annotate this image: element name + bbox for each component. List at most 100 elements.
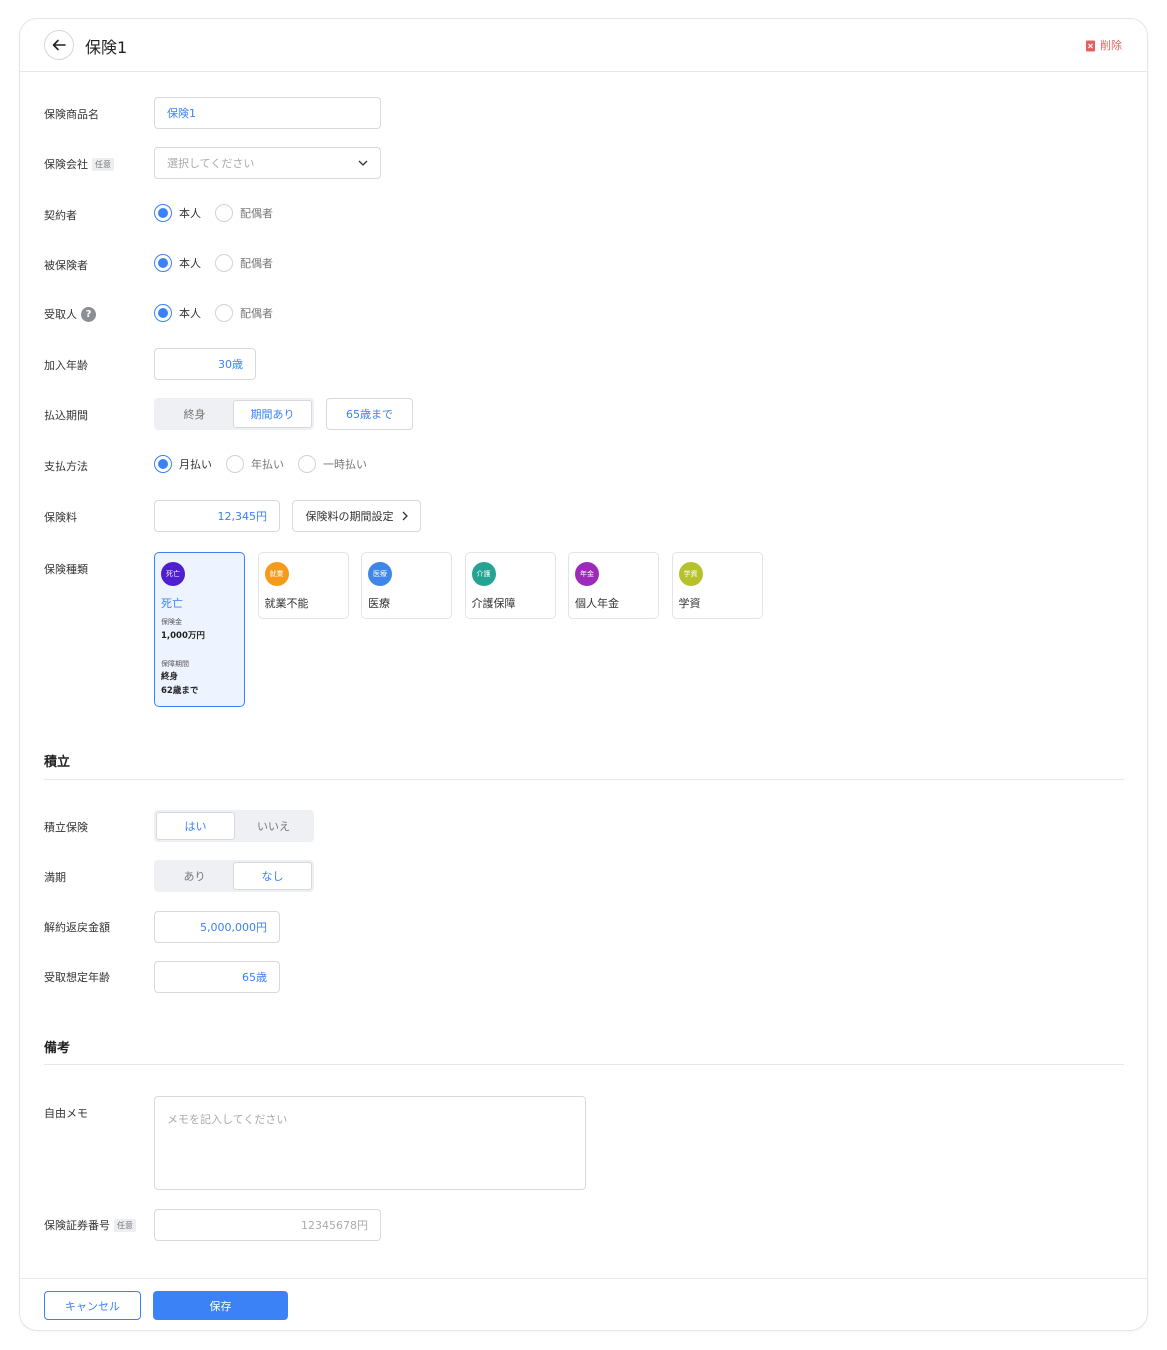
type-badge-icon: 学資 [678,562,703,586]
surrender-input[interactable]: 5,000,000円 [154,911,280,943]
chevron-down-icon [358,160,368,166]
premium-input[interactable]: 12,345円 [154,500,280,532]
product-name-label: 保険商品名 [44,108,99,121]
optional-tag: 任意 [114,1218,136,1232]
insurance-type-card[interactable]: 学資 学資 [671,552,763,619]
radio-selected[interactable] [154,254,172,272]
contractor-label: 契約者 [44,209,77,222]
chevron-right-icon [402,511,408,521]
recipient-label: 受取人? [44,306,96,322]
product-name-input[interactable]: 保険1 [154,97,381,129]
insurance-type-card[interactable]: 医療 医療 [361,552,452,619]
premium-label: 保険料 [44,511,77,524]
maturity-no[interactable]: なし [233,862,312,890]
surrender-label: 解約返戻金額 [44,921,110,934]
payment-until-input[interactable]: 65歳まで [326,398,413,430]
maturity-yes[interactable]: あり [156,862,233,890]
type-name: 医療 [368,597,390,610]
payment-period-label: 払込期間 [44,409,88,422]
type-badge-icon: 医療 [368,562,392,586]
payment-method-monthly[interactable]: 月払い [154,455,212,473]
divider [44,779,1124,780]
company-placeholder: 選択してください [167,157,255,170]
type-name: 就業不能 [264,597,309,610]
payment-period-lifetime[interactable]: 終身 [156,400,233,428]
footer: キャンセル 保存 [20,1278,1147,1330]
receive-age-label: 受取想定年齢 [44,971,110,984]
back-button[interactable] [44,30,74,60]
cancel-button[interactable]: キャンセル [44,1291,141,1320]
period-label: 保障期間 [161,660,189,668]
memo-label: 自由メモ [44,1107,88,1120]
insurance-type-card[interactable]: 介護 介護保障 [464,552,556,619]
insured-option-self[interactable]: 本人 [154,254,201,272]
radio[interactable] [215,304,233,322]
insured-label: 被保険者 [44,259,88,272]
payment-method-lumpsum[interactable]: 一時払い [298,455,367,473]
maturity-toggle: あり なし [154,860,314,892]
notes-section-title: 備考 [44,1041,71,1056]
join-age-label: 加入年齢 [44,359,88,372]
memo-textarea[interactable]: メモを記入してください [154,1096,586,1190]
company-select[interactable]: 選択してください [154,147,381,179]
payment-period-fixed[interactable]: 期間あり [233,400,312,428]
payment-method-radio-group: 月払い 年払い 一時払い [154,455,381,473]
company-label: 保険会社 任意 [44,156,114,172]
radio-selected[interactable] [154,204,172,222]
amount-label: 保険金 [161,618,182,626]
page-title: 保険1 [85,38,128,57]
help-icon[interactable]: ? [81,306,96,322]
optional-tag: 任意 [92,157,114,171]
types-label: 保険種類 [44,563,88,576]
header: 保険1 削除 [20,19,1147,72]
receive-age-input[interactable]: 65歳 [154,961,280,993]
join-age-input[interactable]: 30歳 [154,348,256,380]
radio-selected[interactable] [154,304,172,322]
payment-method-label: 支払方法 [44,460,88,473]
policy-number-input[interactable]: 12345678円 [154,1209,381,1241]
arrow-left-icon [52,39,66,51]
save-button[interactable]: 保存 [153,1291,288,1320]
delete-label: 削除 [1100,39,1122,52]
insurance-type-card[interactable]: 死亡 死亡 保険金 1,000万円 保障期間 終身 62歳まで [154,552,245,707]
radio-selected[interactable] [154,455,172,473]
contractor-radio-group: 本人 配偶者 [154,204,287,222]
recipient-option-self[interactable]: 本人 [154,304,201,322]
type-name: 個人年金 [575,597,619,610]
trash-icon [1086,40,1095,51]
divider [44,1064,1124,1065]
insured-option-spouse[interactable]: 配偶者 [215,254,273,272]
premium-period-button[interactable]: 保険料の期間設定 [292,500,421,532]
amount-value: 1,000万円 [161,631,205,641]
type-name: 学資 [678,597,701,610]
memo-placeholder: メモを記入してください [167,1113,288,1126]
radio[interactable] [215,254,233,272]
savings-no[interactable]: いいえ [235,812,312,840]
policy-number-placeholder: 12345678円 [301,1219,368,1232]
savings-section-title: 積立 [44,755,71,770]
payment-method-yearly[interactable]: 年払い [226,455,284,473]
delete-button[interactable]: 削除 [1085,37,1122,53]
type-badge-icon: 介護 [471,562,496,586]
radio[interactable] [215,204,233,222]
savings-insurance-toggle: はい いいえ [154,810,314,842]
savings-yes[interactable]: はい [156,812,235,840]
maturity-label: 満期 [44,871,66,884]
radio[interactable] [298,455,316,473]
period-value: 終身 [161,672,179,682]
insurance-type-card[interactable]: 就業 就業不能 [257,552,349,619]
insurance-type-card[interactable]: 年金 個人年金 [568,552,659,619]
contractor-option-self[interactable]: 本人 [154,204,201,222]
contractor-option-spouse[interactable]: 配偶者 [215,204,273,222]
payment-period-toggle: 終身 期間あり [154,398,314,430]
radio[interactable] [226,455,244,473]
period-until: 62歳まで [161,686,199,696]
savings-insurance-label: 積立保険 [44,821,88,834]
type-name: 介護保障 [471,597,516,610]
premium-period-label: 保険料の期間設定 [305,510,394,523]
insurance-edit-card: 保険1 削除 保険商品名 保険1 保険会社 任意 選択してください 契約者 本人 … [19,18,1148,1331]
recipient-radio-group: 本人 配偶者 [154,304,287,322]
type-name: 死亡 [161,597,183,610]
type-badge-icon: 年金 [575,562,599,586]
recipient-option-spouse[interactable]: 配偶者 [215,304,273,322]
